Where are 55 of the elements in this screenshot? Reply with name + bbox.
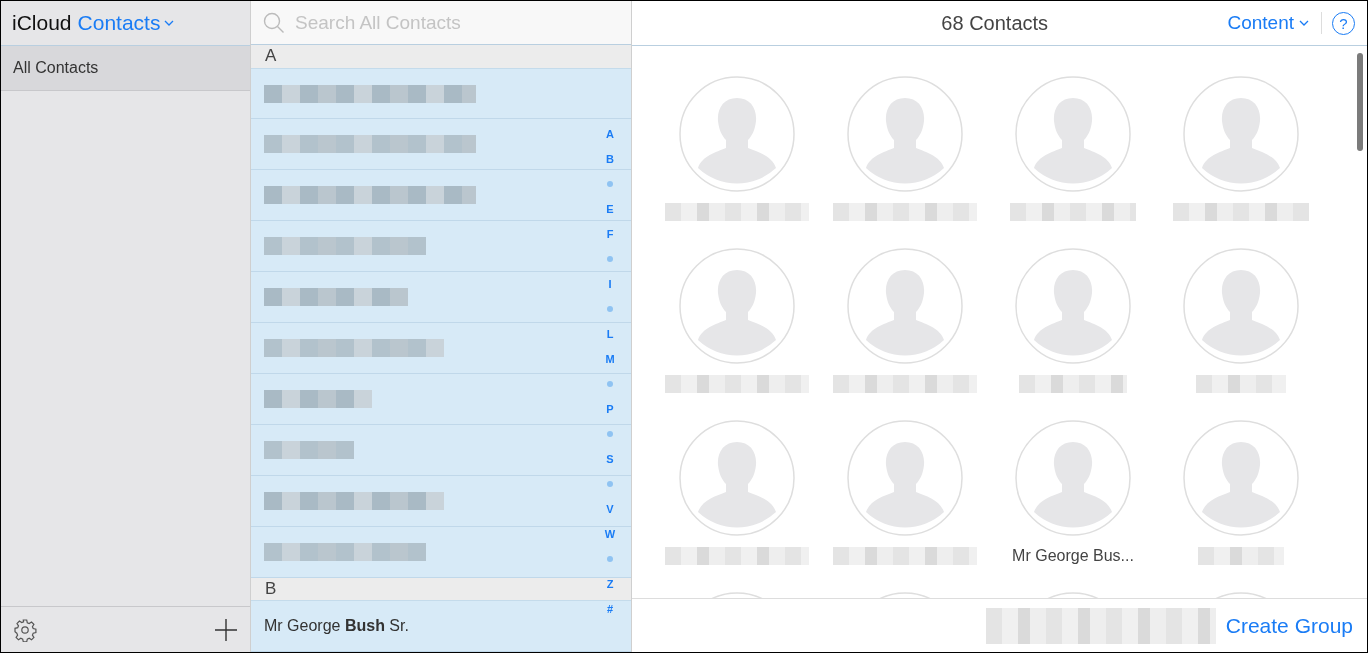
app-title: iCloud [12, 11, 72, 35]
avatar-silhouette-icon [847, 76, 963, 192]
index-letter[interactable]: F [603, 221, 617, 246]
index-letter[interactable]: Z [603, 571, 617, 596]
contact-row[interactable] [251, 424, 631, 476]
contact-row[interactable] [251, 526, 631, 578]
avatar-silhouette-icon [1183, 420, 1299, 536]
avatar-silhouette-icon [847, 420, 963, 536]
index-dot[interactable] [607, 255, 613, 262]
chevron-down-icon [1299, 20, 1309, 26]
scrollbar-thumb[interactable] [1357, 53, 1363, 151]
contact-row[interactable] [251, 272, 631, 324]
index-dot[interactable] [607, 380, 613, 387]
contact-row[interactable] [251, 68, 631, 120]
contact-name[interactable]: Mr George Bus... [1012, 547, 1134, 565]
index-letter[interactable]: B [603, 146, 617, 171]
avatar-silhouette-icon [1183, 76, 1299, 192]
contact-row[interactable] [251, 323, 631, 374]
index-dot[interactable] [607, 180, 613, 187]
search-icon [263, 11, 285, 34]
contacts-count: 68 Contacts [940, 11, 1050, 35]
avatar-silhouette-icon [679, 248, 795, 364]
index-dot[interactable] [607, 480, 613, 487]
index-letter[interactable]: L [603, 321, 617, 346]
section-header: A [251, 45, 631, 69]
avatar-silhouette-icon [847, 248, 963, 364]
contact-row[interactable] [251, 170, 631, 222]
add-icon[interactable] [214, 617, 238, 642]
index-dot[interactable] [607, 555, 613, 562]
contact-row[interactable] [251, 119, 631, 171]
section-menu[interactable]: Contacts [77, 11, 175, 35]
index-dot[interactable] [607, 430, 613, 437]
index-letter[interactable]: V [603, 496, 617, 521]
sidebar-item[interactable]: All Contacts [1, 46, 250, 91]
avatar-silhouette-icon [1183, 248, 1299, 364]
avatar-silhouette-icon [1015, 420, 1131, 536]
avatar-silhouette-icon [679, 76, 795, 192]
index-letter[interactable]: A [603, 121, 617, 146]
index-dot[interactable] [607, 305, 613, 312]
create-group-link[interactable]: Create Group [1225, 613, 1353, 638]
settings-icon[interactable] [13, 617, 37, 642]
contact-row[interactable] [251, 221, 631, 273]
contact-row[interactable] [251, 374, 631, 425]
avatar-silhouette-icon [1015, 248, 1131, 364]
index-letter[interactable]: E [603, 196, 617, 221]
chevron-down-icon [164, 20, 175, 26]
index-letter[interactable]: M [603, 346, 617, 371]
index-letter[interactable]: I [603, 271, 617, 296]
content-menu[interactable]: Content [1227, 12, 1322, 34]
index-letter[interactable]: W [603, 521, 617, 546]
avatar-silhouette-icon [679, 420, 795, 536]
contact-row[interactable] [251, 475, 631, 527]
index-letter[interactable]: P [603, 396, 617, 421]
index-letter[interactable]: S [603, 446, 617, 471]
avatar-silhouette-icon [1015, 76, 1131, 192]
